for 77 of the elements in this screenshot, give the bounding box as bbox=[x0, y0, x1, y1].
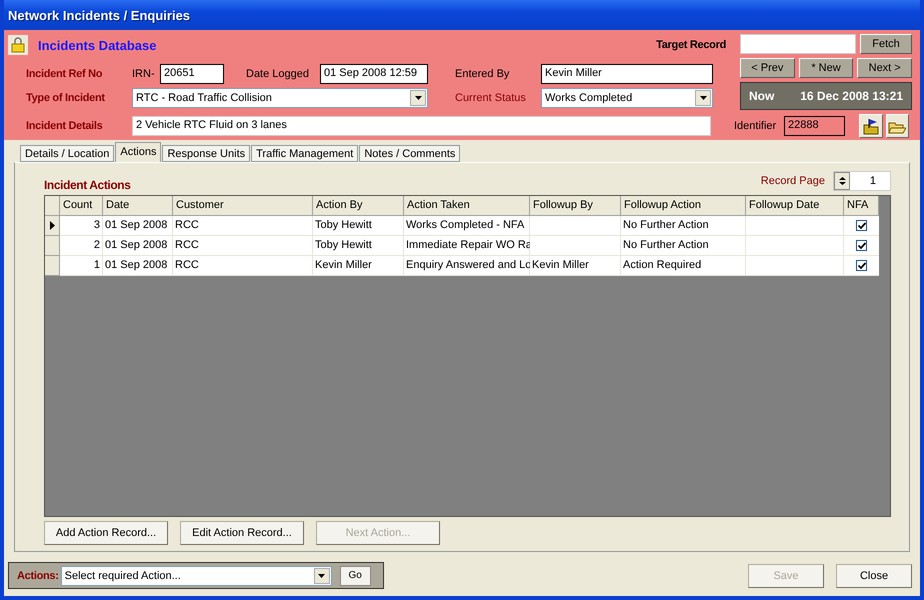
table-cell: Kevin Miller bbox=[313, 256, 404, 276]
window-title: Network Incidents / Enquiries bbox=[8, 8, 190, 22]
table-cell: RCC bbox=[173, 236, 313, 256]
table-cell: RCC bbox=[173, 216, 313, 236]
nav-button[interactable]: * New bbox=[798, 58, 854, 78]
field-label: IRN- bbox=[132, 68, 156, 80]
field-label: Current Status bbox=[455, 92, 527, 104]
record-page-label: Record Page bbox=[760, 175, 825, 187]
field-label: Entered By bbox=[455, 68, 510, 80]
field-label: Type of Incident bbox=[26, 92, 106, 104]
dropdown-arrow-icon bbox=[414, 96, 422, 100]
column-header[interactable]: Action Taken bbox=[404, 196, 530, 216]
target-record-field[interactable] bbox=[740, 34, 856, 54]
table-cell: Toby Hewitt bbox=[313, 236, 404, 256]
tab[interactable]: Response Units bbox=[162, 145, 250, 162]
column-header[interactable]: Count bbox=[60, 196, 103, 216]
nfa-checkbox[interactable] bbox=[856, 240, 867, 251]
dropdown-field[interactable]: RTC - Road Traffic Collision bbox=[132, 88, 428, 108]
table-cell: 3 bbox=[60, 216, 103, 236]
open-folder-icon[interactable] bbox=[886, 114, 909, 138]
field-label: Date Logged bbox=[246, 68, 310, 80]
dropdown-field[interactable]: Works Completed bbox=[541, 88, 713, 108]
input-field[interactable]: 01 Sep 2008 12:59 bbox=[320, 64, 428, 84]
column-header[interactable]: Followup Date bbox=[746, 196, 844, 216]
folder-flag-icon[interactable] bbox=[859, 114, 883, 138]
now-datetime: 16 Dec 2008 13:21 bbox=[800, 89, 903, 103]
table-cell: 01 Sep 2008 bbox=[103, 216, 173, 236]
nav-button[interactable]: < Prev bbox=[740, 58, 795, 78]
identifier-field: 22888 bbox=[784, 116, 846, 136]
tab[interactable]: Notes / Comments bbox=[359, 145, 460, 162]
table-cell: 2 bbox=[60, 236, 103, 256]
dropdown-arrow-icon bbox=[700, 96, 706, 100]
input-field[interactable]: 2 Vehicle RTC Fluid on 3 lanes bbox=[132, 116, 711, 136]
record-page-spinner[interactable]: 1 bbox=[833, 171, 891, 191]
table-cell: No Further Action bbox=[621, 236, 746, 256]
nfa-checkbox[interactable] bbox=[856, 220, 867, 231]
go-button[interactable]: Go bbox=[340, 566, 371, 586]
input-field[interactable]: 20651 bbox=[160, 64, 224, 84]
table-cell: 01 Sep 2008 bbox=[103, 236, 173, 256]
row-header-corner bbox=[45, 196, 60, 216]
column-header[interactable]: Date bbox=[103, 196, 173, 216]
target-record-label: Target Record bbox=[656, 39, 726, 51]
actions-label: Actions: bbox=[17, 570, 59, 582]
now-label: Now bbox=[749, 89, 774, 103]
table-cell: Action Required bbox=[621, 256, 746, 276]
tab[interactable]: Traffic Management bbox=[251, 145, 358, 162]
lock-icon bbox=[8, 35, 28, 55]
table-cell: No Further Action bbox=[621, 216, 746, 236]
table-cell: 1 bbox=[60, 256, 103, 276]
column-header[interactable]: Action By bbox=[313, 196, 404, 216]
tab[interactable]: Details / Location bbox=[20, 145, 114, 162]
column-header[interactable]: NFA bbox=[844, 196, 879, 216]
action-record-button[interactable]: Edit Action Record... bbox=[180, 521, 304, 545]
field-label: Identifier bbox=[734, 120, 778, 132]
row-selector[interactable] bbox=[45, 216, 60, 236]
nfa-checkbox[interactable] bbox=[856, 260, 867, 271]
table-cell: Toby Hewitt bbox=[313, 216, 404, 236]
field-label: Incident Details bbox=[26, 120, 104, 132]
fetch-button[interactable]: Fetch bbox=[860, 34, 912, 54]
action-dropdown[interactable]: Select required Action... bbox=[60, 566, 332, 586]
column-header[interactable]: Followup Action bbox=[621, 196, 746, 216]
app-title: Incidents Database bbox=[38, 38, 156, 52]
footer-button[interactable]: Close bbox=[836, 564, 912, 588]
action-record-button[interactable]: Add Action Record... bbox=[44, 521, 168, 545]
table-cell: Kevin Miller bbox=[530, 256, 621, 276]
dropdown-arrow-icon bbox=[318, 574, 326, 578]
tab[interactable]: Actions bbox=[115, 142, 162, 162]
current-row-arrow-icon bbox=[50, 221, 54, 230]
input-field[interactable]: Kevin Miller bbox=[541, 64, 713, 84]
column-header[interactable]: Customer bbox=[173, 196, 313, 216]
table-cell: Works Completed - NFA bbox=[404, 216, 530, 236]
table-cell: 01 Sep 2008 bbox=[103, 256, 173, 276]
nav-button[interactable]: Next > bbox=[857, 58, 912, 78]
column-header[interactable]: Followup By bbox=[530, 196, 621, 216]
table-cell: RCC bbox=[173, 256, 313, 276]
field-label: Incident Ref No bbox=[26, 68, 104, 80]
section-title: Incident Actions bbox=[44, 177, 130, 192]
